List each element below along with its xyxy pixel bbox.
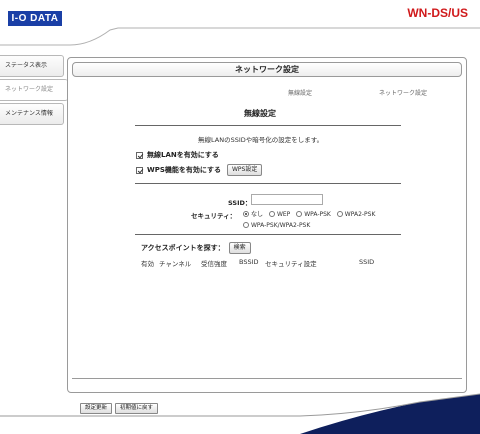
sidebar: ステータス表示 ネットワーク設定 メンテナンス情報 xyxy=(0,55,68,127)
divider xyxy=(135,234,401,235)
footer-actions: 設定更新 初期値に戻す xyxy=(80,403,159,414)
divider xyxy=(135,125,401,126)
ssid-input[interactable] xyxy=(251,194,323,205)
radio-icon xyxy=(268,211,275,217)
enable-wireless-label: 無線LANを有効にする xyxy=(147,151,219,159)
radio-selected-icon xyxy=(243,211,249,217)
security-option-wpa-psk[interactable]: WPA-PSK xyxy=(296,211,331,218)
footer-wave xyxy=(0,393,480,434)
find-ap-label: アクセスポイントを探す： xyxy=(141,244,225,252)
enable-wireless-row: 無線LANを有効にする xyxy=(136,150,219,160)
find-ap-row: アクセスポイントを探す： 検索 xyxy=(141,242,251,254)
breadcrumb-wireless[interactable]: 無線設定 xyxy=(288,88,312,97)
col-bssid: BSSID xyxy=(239,258,259,266)
security-option-label: なし xyxy=(251,211,264,218)
security-option-label: WPA-PSK xyxy=(304,211,331,218)
section-title: 無線設定 xyxy=(244,109,276,118)
security-option-wpa2-psk[interactable]: WPA2-PSK xyxy=(336,211,376,218)
col-enabled: 有効 xyxy=(141,260,154,268)
security-option-label: WPA2-PSK xyxy=(344,211,376,218)
security-option-label: WEP xyxy=(276,211,291,218)
wps-settings-button[interactable]: WPS設定 xyxy=(226,164,263,176)
search-button[interactable]: 検索 xyxy=(228,242,251,254)
enable-wps-label: WPS機能を有効にする xyxy=(147,166,221,174)
brand-logo: I-O DATA xyxy=(8,11,62,26)
enable-wps-checkbox[interactable] xyxy=(136,166,143,174)
apply-button[interactable]: 設定更新 xyxy=(80,403,113,414)
enable-wps-row: WPS機能を有効にする WPS設定 xyxy=(136,164,263,176)
radio-icon xyxy=(296,211,303,217)
sidebar-item-status[interactable]: ステータス表示 xyxy=(0,55,64,77)
radio-icon xyxy=(243,222,249,228)
col-signal: 受信強度 xyxy=(201,260,227,268)
reset-defaults-button[interactable]: 初期値に戻す xyxy=(115,403,159,414)
security-option-wpa-wpa2-psk[interactable]: WPA-PSK/WPA2-PSK xyxy=(243,222,310,229)
sidebar-item-network[interactable]: ネットワーク設定 xyxy=(0,79,68,101)
enable-wireless-checkbox[interactable] xyxy=(136,151,143,159)
model-name: WN-DS/US xyxy=(407,6,468,20)
security-option-none[interactable]: なし xyxy=(243,211,263,218)
breadcrumb-network[interactable]: ネットワーク設定 xyxy=(379,88,427,97)
col-security: セキュリティ設定 xyxy=(265,260,317,268)
section-description: 無線LANのSSIDや暗号化の設定をします。 xyxy=(198,136,324,144)
col-ssid: SSID xyxy=(359,258,375,266)
col-channel: チャンネル xyxy=(159,260,192,268)
security-option-wep[interactable]: WEP xyxy=(268,211,291,218)
security-label: セキュリティ： xyxy=(191,212,237,220)
divider xyxy=(135,183,401,184)
radio-icon xyxy=(336,211,343,217)
panel-title: ネットワーク設定 xyxy=(72,62,462,77)
security-option-label: WPA-PSK/WPA2-PSK xyxy=(251,222,311,229)
ssid-label: SSID： xyxy=(228,199,252,207)
sidebar-item-maintenance[interactable]: メンテナンス情報 xyxy=(0,103,64,125)
security-options: なし WEP WPA-PSK WPA2-PSK WPA-PSK/WPA2-PSK xyxy=(243,209,413,231)
main-panel: ネットワーク設定 無線設定 ネットワーク設定 無線設定 無線LANのSSIDや暗… xyxy=(67,57,467,393)
